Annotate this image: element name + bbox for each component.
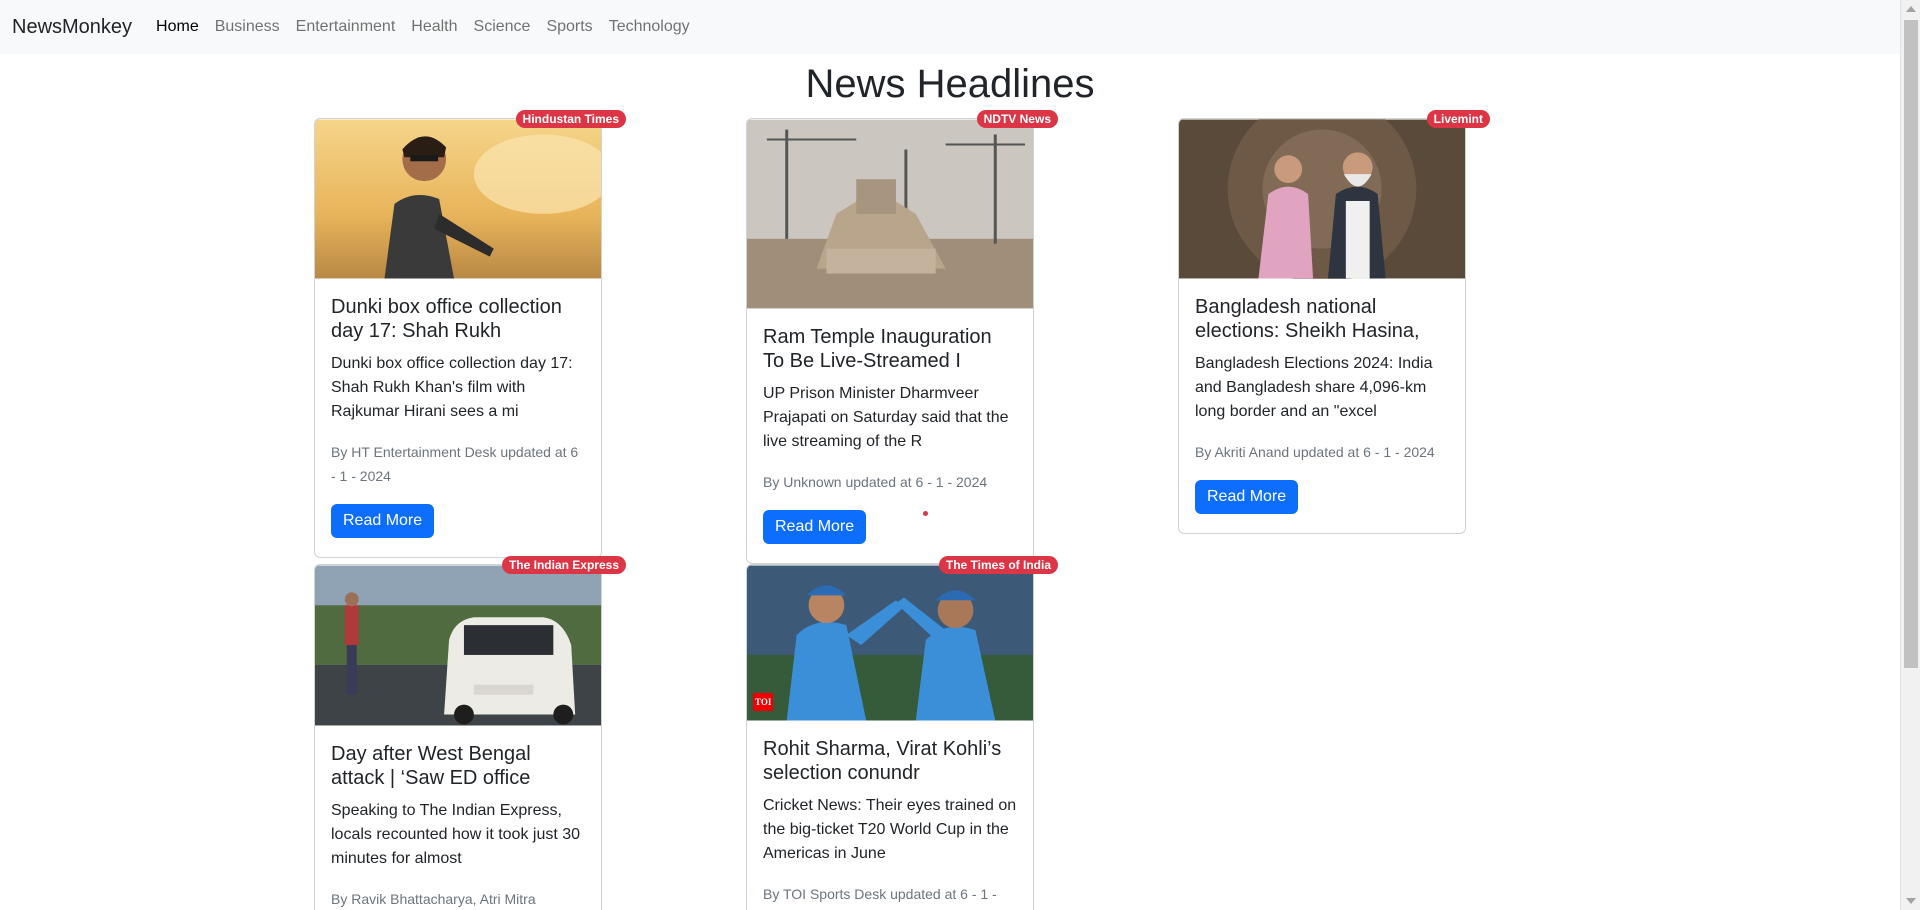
news-image (315, 119, 601, 279)
card-description: Speaking to The Indian Express, locals r… (331, 802, 581, 867)
nav-link-entertainment[interactable]: Entertainment (296, 18, 396, 36)
scrollbar-thumb[interactable] (1904, 20, 1918, 668)
nav-link-sports[interactable]: Sports (546, 18, 592, 36)
read-more-button[interactable]: Read More (763, 510, 867, 544)
news-card: The Times of India TOI Rohit Sharma, Vir… (746, 556, 1058, 910)
news-card: Livemint Bangladesh national elections: … (1178, 110, 1490, 534)
news-image (315, 565, 601, 726)
card-title: Rohit Sharma, Virat Kohli’s selection co… (763, 738, 1002, 784)
news-image (1179, 119, 1465, 279)
card-meta: By Unknown updated at 6 - 1 - 2024 (763, 474, 988, 490)
read-more-button[interactable]: Read More (1195, 480, 1299, 514)
source-badge: Livemint (1426, 110, 1490, 128)
nav-link-home[interactable]: Home (156, 18, 199, 36)
news-card: The Indian Express Day after West Bengal… (314, 556, 626, 910)
page-title: News Headlines (805, 62, 1095, 106)
card-meta: By Ravik Bhattacharya, Atri Mitra (331, 891, 536, 907)
card-description: Cricket News: Their eyes trained on the … (763, 797, 1017, 862)
source-badge: The Times of India (938, 556, 1058, 574)
nav-link-science[interactable]: Science (474, 18, 531, 36)
vertical-scrollbar[interactable] (1900, 0, 1920, 910)
news-card: Hindustan Times Dunki box office collect… (314, 110, 626, 558)
decorative-dot (923, 511, 928, 516)
source-badge: NDTV News (976, 110, 1058, 128)
nav-link-business[interactable]: Business (215, 18, 280, 36)
news-card: NDTV News Ram Temple Inauguration To Be … (746, 110, 1058, 564)
card-description: UP Prison Minister Dharmveer Prajapati o… (763, 385, 1009, 450)
toi-logo: TOI (753, 693, 774, 711)
navbar: NewsMonkey Home Business Entertainment H… (0, 0, 1900, 54)
source-badge: Hindustan Times (515, 110, 626, 128)
card-meta: By HT Entertainment Desk updated at 6 - … (331, 444, 579, 484)
card-meta: By Akriti Anand updated at 6 - 1 - 2024 (1195, 444, 1435, 460)
scroll-down-icon[interactable] (1906, 898, 1916, 904)
card-description: Dunki box office collection day 17: Shah… (331, 355, 573, 420)
card-title: Bangladesh national elections: Sheikh Ha… (1195, 296, 1420, 342)
news-image (747, 119, 1033, 309)
card-title: Day after West Bengal attack | ‘Saw ED o… (331, 743, 531, 789)
nav-link-technology[interactable]: Technology (609, 18, 690, 36)
source-badge: The Indian Express (501, 556, 626, 574)
read-more-button[interactable]: Read More (331, 504, 435, 538)
card-title: Dunki box office collection day 17: Shah… (331, 296, 562, 342)
scroll-up-icon[interactable] (1906, 6, 1916, 12)
news-image: TOI (747, 565, 1033, 721)
card-title: Ram Temple Inauguration To Be Live-Strea… (763, 326, 992, 372)
nav-link-health[interactable]: Health (411, 18, 457, 36)
card-description: Bangladesh Elections 2024: India and Ban… (1195, 355, 1433, 420)
card-meta: By TOI Sports Desk updated at 6 - 1 - (763, 886, 997, 902)
brand-logo[interactable]: NewsMonkey (12, 16, 132, 39)
